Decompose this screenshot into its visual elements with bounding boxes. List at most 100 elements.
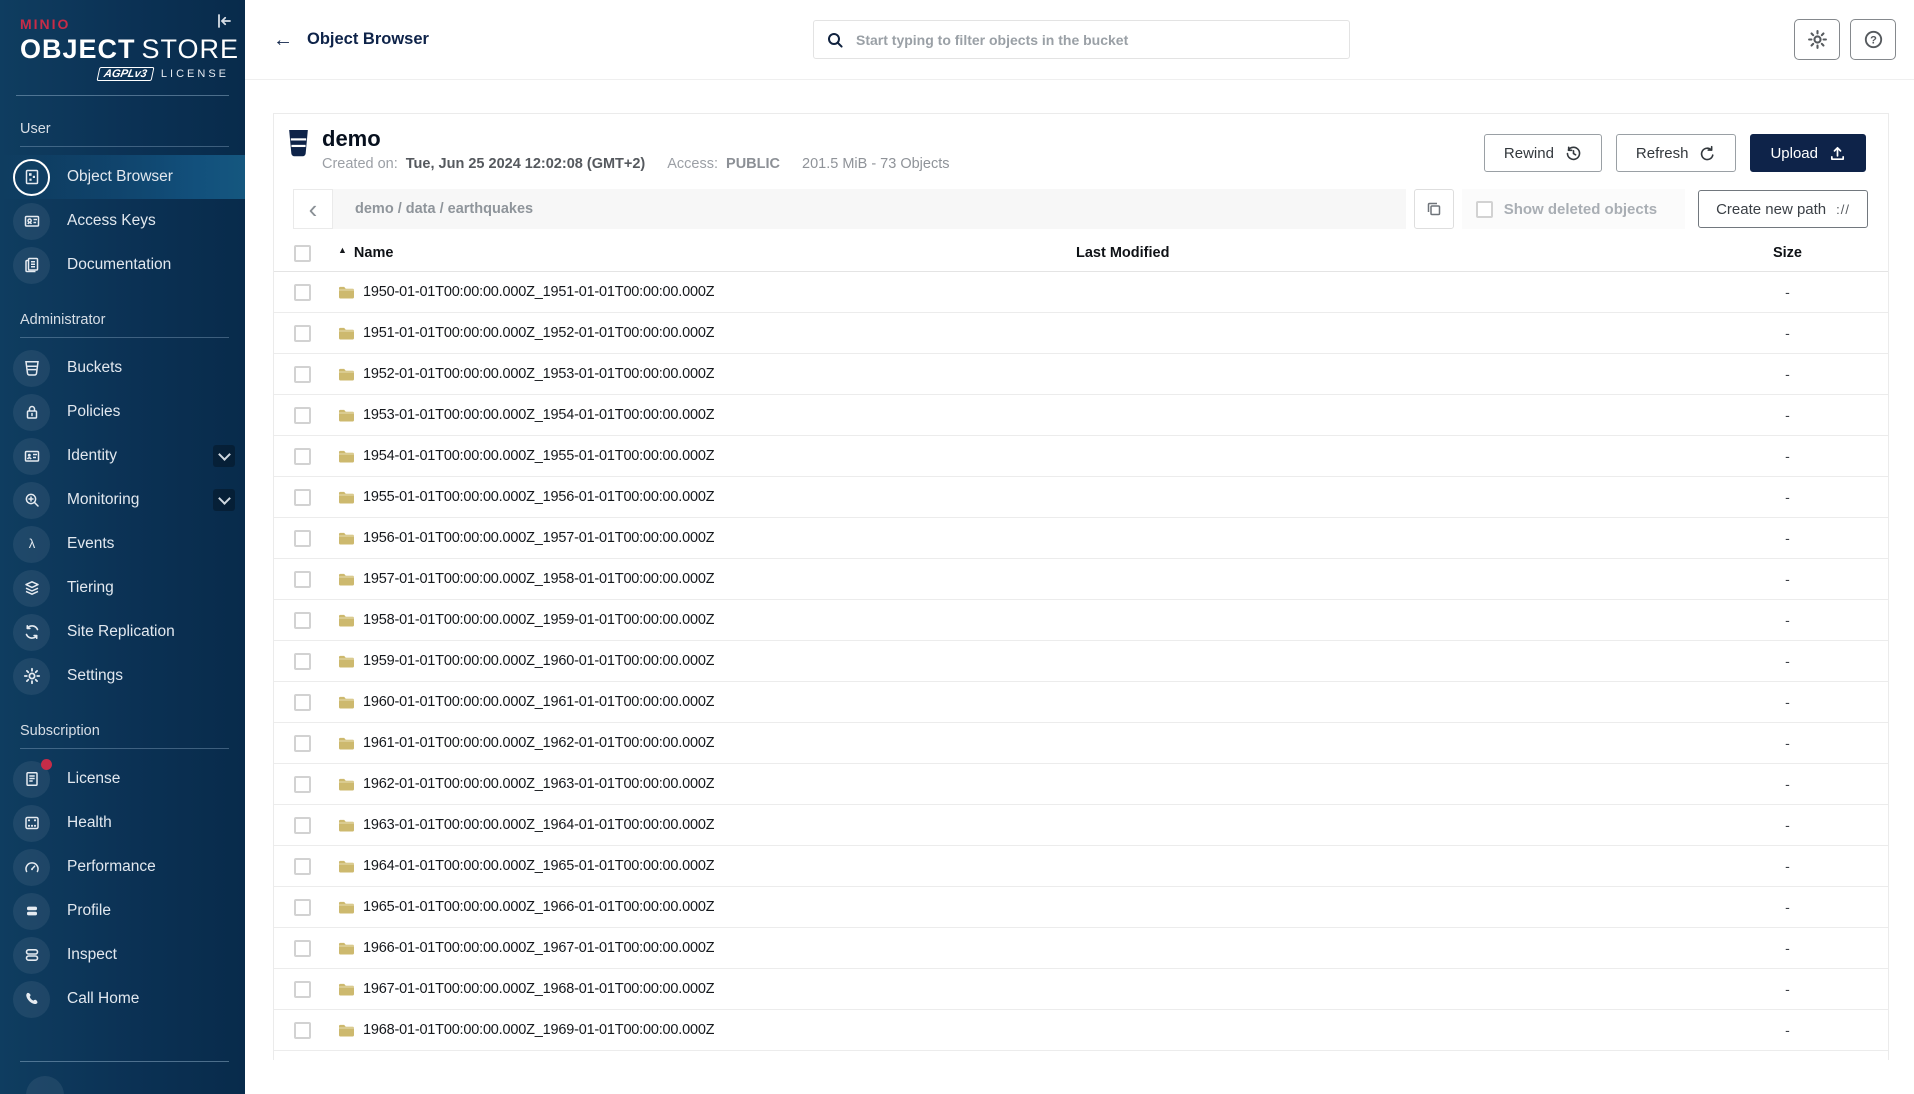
sidebar-item-object-browser[interactable]: Object Browser [0,155,245,199]
size-cell: - [1721,407,1888,423]
row-checkbox[interactable] [294,694,311,711]
sidebar-item-monitoring[interactable]: Monitoring [0,478,245,522]
site-replication-icon [13,614,50,651]
row-checkbox[interactable] [294,940,311,957]
copy-path-button[interactable] [1414,189,1454,229]
column-header-name[interactable]: ▲ Name [338,245,1076,261]
folder-icon [338,532,355,545]
inspect-icon [13,937,50,974]
table-row[interactable]: 1966-01-01T00:00:00.000Z_1967-01-01T00:0… [274,928,1888,969]
settings-gear-button[interactable] [1794,19,1840,60]
path-back-button[interactable]: ‹ [293,189,333,229]
table-row[interactable]: 1967-01-01T00:00:00.000Z_1968-01-01T00:0… [274,969,1888,1010]
column-header-last-modified[interactable]: Last Modified [1076,245,1721,261]
sidebar-item-inspect[interactable]: Inspect [0,933,245,977]
row-checkbox[interactable] [294,325,311,342]
page-content: demo Created on: Tue, Jun 25 2024 12:02:… [245,80,1914,1094]
rewind-button[interactable]: Rewind [1484,134,1602,172]
table-row[interactable]: 1957-01-01T00:00:00.000Z_1958-01-01T00:0… [274,559,1888,600]
column-header-size[interactable]: Size [1721,245,1888,261]
row-checkbox[interactable] [294,284,311,301]
sidebar-item-label: Object Browser [67,168,235,186]
sidebar-item-access-keys[interactable]: Access Keys [0,199,245,243]
sidebar-item-events[interactable]: Events [0,522,245,566]
select-all-checkbox[interactable] [294,245,311,262]
create-path-label: Create new path [1716,201,1826,218]
sidebar-item-policies[interactable]: Policies [0,390,245,434]
sidebar-collapse-icon[interactable] [213,10,235,32]
object-name: 1951-01-01T00:00:00.000Z_1952-01-01T00:0… [363,325,714,341]
row-checkbox[interactable] [294,981,311,998]
table-row[interactable]: 1959-01-01T00:00:00.000Z_1960-01-01T00:0… [274,641,1888,682]
table-row[interactable]: 1951-01-01T00:00:00.000Z_1952-01-01T00:0… [274,313,1888,354]
table-row[interactable]: 1964-01-01T00:00:00.000Z_1965-01-01T00:0… [274,846,1888,887]
refresh-button[interactable]: Refresh [1616,134,1737,172]
row-checkbox[interactable] [294,530,311,547]
row-checkbox[interactable] [294,899,311,916]
breadcrumb[interactable]: demo / data / earthquakes [333,189,1406,229]
table-row[interactable]: 1958-01-01T00:00:00.000Z_1959-01-01T00:0… [274,600,1888,641]
chevron-down-icon[interactable] [213,445,235,467]
sidebar-item-license[interactable]: License [0,757,245,801]
created-value: Tue, Jun 25 2024 12:02:08 (GMT+2) [406,156,645,172]
row-checkbox[interactable] [294,858,311,875]
table-row[interactable]: 1952-01-01T00:00:00.000Z_1953-01-01T00:0… [274,354,1888,395]
size-cell: - [1721,489,1888,505]
row-checkbox[interactable] [294,735,311,752]
table-row[interactable]: 1963-01-01T00:00:00.000Z_1964-01-01T00:0… [274,805,1888,846]
object-name: 1950-01-01T00:00:00.000Z_1951-01-01T00:0… [363,284,714,300]
sidebar-item-label: Documentation [67,256,235,274]
row-checkbox[interactable] [294,612,311,629]
table-row[interactable]: 1969-01-01T00:00:00.000Z_1970-01-01T00:0… [274,1051,1888,1060]
chevron-down-icon[interactable] [213,489,235,511]
sidebar-item-settings[interactable]: Settings [0,654,245,698]
row-checkbox[interactable] [294,776,311,793]
object-name: 1952-01-01T00:00:00.000Z_1953-01-01T00:0… [363,366,714,382]
search-input[interactable] [854,31,1337,49]
bucket-header: demo Created on: Tue, Jun 25 2024 12:02:… [274,114,1888,180]
table-row[interactable]: 1960-01-01T00:00:00.000Z_1961-01-01T00:0… [274,682,1888,723]
show-deleted-checkbox[interactable] [1476,201,1493,218]
sidebar-item-label: Site Replication [67,623,235,641]
row-checkbox[interactable] [294,366,311,383]
sidebar-item-identity[interactable]: Identity [0,434,245,478]
back-arrow-icon[interactable]: ← [273,30,293,50]
row-checkbox[interactable] [294,448,311,465]
object-name: 1961-01-01T00:00:00.000Z_1962-01-01T00:0… [363,735,714,751]
section-label-user: User [20,121,229,137]
table-row[interactable]: 1968-01-01T00:00:00.000Z_1969-01-01T00:0… [274,1010,1888,1051]
row-checkbox[interactable] [294,407,311,424]
row-checkbox[interactable] [294,489,311,506]
row-checkbox[interactable] [294,571,311,588]
refresh-icon [1699,145,1716,162]
sidebar-item-site-replication[interactable]: Site Replication [0,610,245,654]
sidebar-bottom-icon[interactable] [26,1076,64,1094]
sidebar-item-call-home[interactable]: Call Home [0,977,245,1021]
row-checkbox[interactable] [294,817,311,834]
sidebar-item-health[interactable]: Health [0,801,245,845]
table-row[interactable]: 1954-01-01T00:00:00.000Z_1955-01-01T00:0… [274,436,1888,477]
upload-icon [1829,145,1846,162]
help-button[interactable] [1850,19,1896,60]
table-row[interactable]: 1950-01-01T00:00:00.000Z_1951-01-01T00:0… [274,272,1888,313]
size-cell: - [1721,694,1888,710]
table-row[interactable]: 1965-01-01T00:00:00.000Z_1966-01-01T00:0… [274,887,1888,928]
row-checkbox[interactable] [294,1022,311,1039]
table-row[interactable]: 1955-01-01T00:00:00.000Z_1956-01-01T00:0… [274,477,1888,518]
sidebar-item-tiering[interactable]: Tiering [0,566,245,610]
table-row[interactable]: 1961-01-01T00:00:00.000Z_1962-01-01T00:0… [274,723,1888,764]
sidebar-item-profile[interactable]: Profile [0,889,245,933]
sidebar-item-documentation[interactable]: Documentation [0,243,245,287]
bucket-usage: 201.5 MiB - 73 Objects [802,156,950,172]
row-checkbox[interactable] [294,653,311,670]
table-row[interactable]: 1956-01-01T00:00:00.000Z_1957-01-01T00:0… [274,518,1888,559]
sidebar-item-performance[interactable]: Performance [0,845,245,889]
create-new-path-button[interactable]: Create new path :/​/ [1698,190,1868,228]
object-name: 1964-01-01T00:00:00.000Z_1965-01-01T00:0… [363,858,714,874]
table-row[interactable]: 1962-01-01T00:00:00.000Z_1963-01-01T00:0… [274,764,1888,805]
upload-button[interactable]: Upload [1750,134,1866,172]
table-row[interactable]: 1953-01-01T00:00:00.000Z_1954-01-01T00:0… [274,395,1888,436]
object-name-cell: 1956-01-01T00:00:00.000Z_1957-01-01T00:0… [338,530,1076,546]
size-cell: - [1721,817,1888,833]
sidebar-item-buckets[interactable]: Buckets [0,346,245,390]
